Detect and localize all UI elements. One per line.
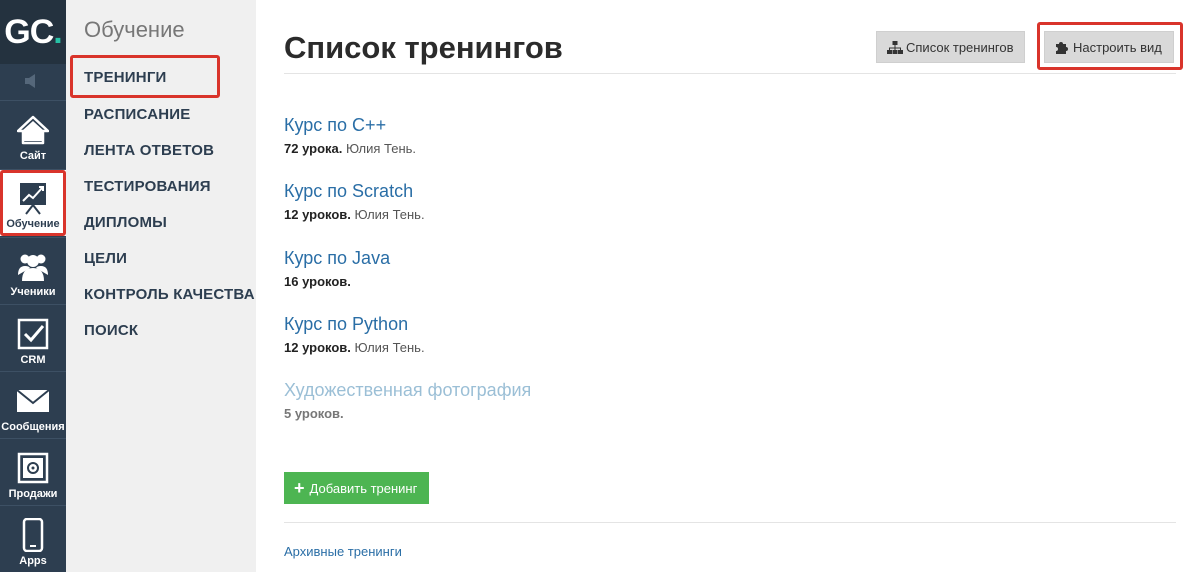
page-title: Список тренингов	[284, 30, 563, 65]
home-icon	[16, 113, 50, 147]
course-title-link[interactable]: Курс по C++	[284, 115, 416, 136]
phone-icon	[16, 518, 50, 552]
course-title-link[interactable]: Художественная фотография	[284, 380, 531, 401]
sidebar-item-goals[interactable]: ЦЕЛИ	[84, 250, 127, 267]
chart-board-icon	[16, 181, 50, 215]
add-training-label: Добавить тренинг	[309, 480, 418, 496]
customize-view-button-label: Настроить вид	[1073, 39, 1162, 55]
app-rail: GC. Сайт Обучение Ученики CRM Сообщения …	[0, 0, 66, 572]
course-meta: 5 уроков.	[284, 406, 344, 421]
course-item: Курс по Scratch 12 уроков. Юлия Тень.	[284, 181, 425, 222]
sidebar-item-search[interactable]: ПОИСК	[84, 322, 138, 339]
rail-item-label: Сообщения	[1, 421, 65, 433]
course-item: Курс по Java 16 уроков.	[284, 248, 390, 289]
course-title-link[interactable]: Курс по Python	[284, 314, 425, 335]
sidebar-title: Обучение	[84, 17, 185, 42]
rail-item-label: Сайт	[19, 150, 47, 162]
sitemap-icon	[887, 40, 903, 54]
title-divider	[284, 73, 1176, 74]
course-item: Курс по C++ 72 урока. Юлия Тень.	[284, 115, 416, 156]
course-title-link[interactable]: Курс по Scratch	[284, 181, 425, 202]
main-content: Список тренингов Список тренингов Настро…	[256, 0, 1200, 572]
rail-item-sales[interactable]: Продажи	[0, 440, 66, 506]
rail-item-label: Ученики	[10, 286, 56, 298]
rail-item-label: Apps	[19, 555, 47, 567]
checkbox-icon	[16, 317, 50, 351]
course-meta: 12 уроков. Юлия Тень.	[284, 207, 425, 222]
rail-item-label: Продажи	[8, 488, 58, 500]
rail-item-crm[interactable]: CRM	[0, 306, 66, 372]
sidebar-item-tests[interactable]: ТЕСТИРОВАНИЯ	[84, 178, 211, 195]
add-training-button[interactable]: + Добавить тренинг	[284, 472, 430, 504]
rail-item-learning[interactable]: Обучение	[0, 170, 66, 236]
rail-item-apps[interactable]: Apps	[0, 507, 66, 572]
envelope-icon	[16, 384, 50, 418]
rail-item-site[interactable]: Сайт	[0, 102, 66, 168]
training-list-button[interactable]: Список тренингов	[876, 31, 1025, 63]
sidebar-item-trainings[interactable]: ТРЕНИНГИ	[84, 69, 167, 86]
rail-item-label: Обучение	[6, 218, 60, 230]
bottom-divider	[284, 522, 1176, 523]
sidebar-item-answers-feed[interactable]: ЛЕНТА ОТВЕТОВ	[84, 142, 214, 159]
sidebar-item-diplomas[interactable]: ДИПЛОМЫ	[84, 214, 167, 231]
sidebar-item-schedule[interactable]: РАСПИСАНИЕ	[84, 106, 190, 123]
logo-text: GC.	[4, 12, 63, 51]
course-meta: 16 уроков.	[284, 274, 351, 289]
sidebar-item-quality-control[interactable]: КОНТРОЛЬ КАЧЕСТВА	[84, 286, 255, 303]
course-meta: 72 урока. Юлия Тень.	[284, 141, 417, 156]
course-item: Курс по Python 12 уроков. Юлия Тень.	[284, 314, 425, 355]
archive-trainings-link[interactable]: Архивные тренинги	[284, 544, 402, 559]
rail-item-messages[interactable]: Сообщения	[0, 373, 66, 439]
course-meta: 12 уроков. Юлия Тень.	[284, 340, 425, 355]
rail-item-label: CRM	[20, 354, 46, 366]
course-title-link[interactable]: Курс по Java	[284, 248, 390, 269]
course-item: Художественная фотография 5 уроков.	[284, 380, 531, 421]
puzzle-icon	[1056, 42, 1068, 54]
users-icon	[16, 249, 50, 283]
announcement-icon[interactable]	[22, 70, 44, 92]
training-list-button-label: Список тренингов	[906, 39, 1014, 55]
rail-item-students[interactable]: Ученики	[0, 238, 66, 304]
safe-icon	[16, 451, 50, 485]
app-logo[interactable]: GC.	[0, 0, 66, 64]
customize-view-button[interactable]: Настроить вид	[1044, 31, 1174, 63]
plus-icon: +	[294, 478, 305, 498]
section-sidebar: Обучение ТРЕНИНГИ РАСПИСАНИЕ ЛЕНТА ОТВЕТ…	[66, 0, 256, 572]
